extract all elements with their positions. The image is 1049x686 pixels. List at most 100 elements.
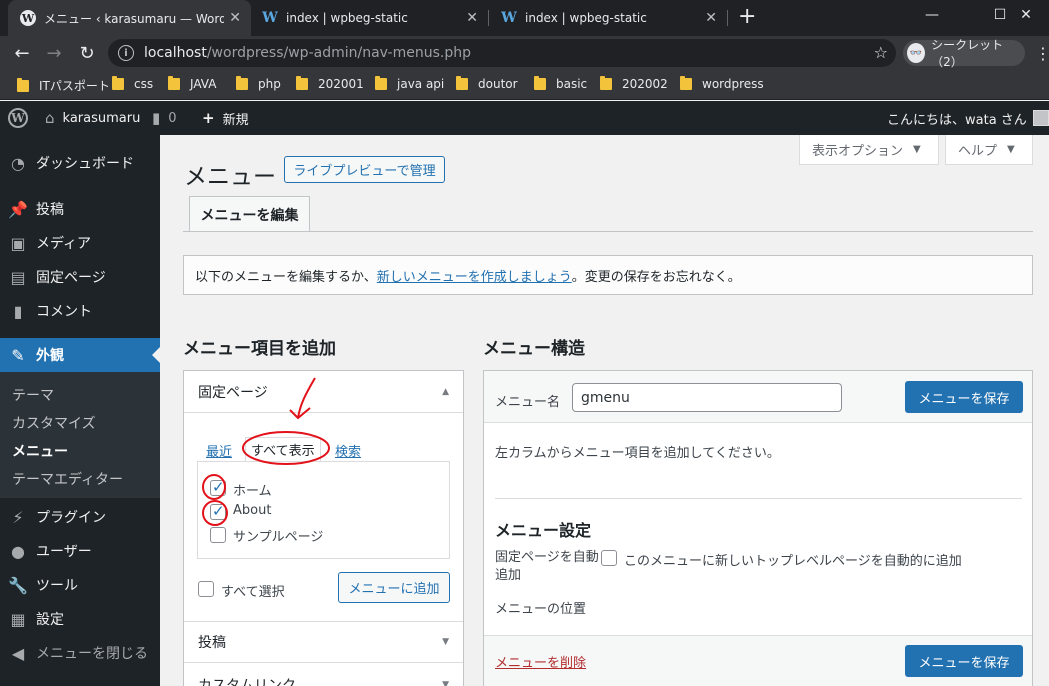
auto-add-pages-checkbox[interactable] xyxy=(601,550,617,566)
submenu-item-menus[interactable]: メニュー xyxy=(12,441,68,461)
wordpress-logo-icon: W xyxy=(8,108,28,128)
menu-structure-heading: メニュー構造 xyxy=(483,339,585,359)
custom-links-title: カスタムリンク xyxy=(198,677,296,686)
collapse-menu-button[interactable]: ◀ メニューを閉じる xyxy=(0,636,160,670)
incognito-indicator[interactable]: 👓 シークレット（2） xyxy=(903,38,1025,69)
caret-down-icon: ▼ xyxy=(1007,144,1015,155)
sidebar-item-media[interactable]: ▣ メディア xyxy=(0,226,160,260)
sidebar-item-dashboard[interactable]: ◔ ダッシュボード xyxy=(0,146,160,180)
bookmark-folder[interactable]: php xyxy=(236,76,281,91)
select-all-checkbox[interactable] xyxy=(198,581,214,597)
bookmark-folder[interactable]: 202002 xyxy=(600,76,668,91)
close-tab-icon[interactable]: ✕ xyxy=(466,10,478,26)
new-content-link[interactable]: + 新規 xyxy=(202,101,249,135)
sidebar-item-settings[interactable]: ▦ 設定 xyxy=(0,602,160,636)
live-preview-button[interactable]: ライブプレビューで管理 xyxy=(284,156,445,183)
new-tab-icon[interactable]: + xyxy=(738,4,756,29)
bookmark-label: css xyxy=(134,77,154,91)
site-name-link[interactable]: ⌂ karasumaru xyxy=(45,101,140,135)
media-icon: ▣ xyxy=(10,233,26,253)
submenu-item-theme-editor[interactable]: テーマエディター xyxy=(12,469,123,489)
page-checkbox-home[interactable] xyxy=(210,478,226,496)
expand-triangle-icon: ▼ xyxy=(442,637,449,647)
forward-arrow-icon[interactable]: → xyxy=(42,41,66,65)
browser-tab-1[interactable]: W メニュー ‹ karasumaru — WordPres ✕ xyxy=(8,0,251,36)
bookmark-folder[interactable]: ITパスポート xyxy=(17,77,110,94)
sidebar-item-appearance[interactable]: ✎ 外観 xyxy=(0,338,160,372)
bookmark-star-icon[interactable]: ☆ xyxy=(874,43,888,62)
user-icon: ● xyxy=(11,541,25,561)
bookmark-folder[interactable]: JAVA xyxy=(168,76,216,91)
submenu-item-themes[interactable]: テーマ xyxy=(12,385,54,405)
menu-name-input[interactable]: gmenu xyxy=(572,383,842,412)
tab-title: index | wpbeg-static xyxy=(525,11,647,25)
posts-accordion-header[interactable]: 投稿 ▼ xyxy=(184,621,463,663)
menu-name-label: メニュー名 xyxy=(495,395,561,410)
sidebar-item-label: 外観 xyxy=(36,348,64,364)
folder-icon xyxy=(296,76,308,90)
bookmark-label: doutor xyxy=(478,77,518,91)
tab-search[interactable]: 検索 xyxy=(335,441,361,460)
bookmark-folder[interactable]: css xyxy=(112,76,154,91)
plugin-icon: ⚡ xyxy=(12,507,24,527)
sidebar-item-users[interactable]: ● ユーザー xyxy=(0,534,160,568)
reload-icon[interactable]: ↻ xyxy=(75,41,99,65)
page-checkbox-sample[interactable] xyxy=(210,527,226,543)
bookmark-folder[interactable]: java api xyxy=(375,76,444,91)
page-checkbox-about[interactable] xyxy=(210,502,226,520)
tab-edit-menus[interactable]: メニューを編集 xyxy=(189,196,310,232)
page-label-home: ホーム xyxy=(233,484,272,499)
site-info-icon[interactable]: i xyxy=(118,45,134,61)
save-menu-button-top[interactable]: メニューを保存 xyxy=(905,381,1023,413)
tab-view-all[interactable]: すべて表示 xyxy=(245,437,321,462)
appearance-submenu: テーマ カスタマイズ メニュー テーマエディター xyxy=(0,372,160,498)
browser-tab-3[interactable]: W index | wpbeg-static ✕ xyxy=(489,0,727,36)
instructions-text: 左カラムからメニュー項目を追加してください。 xyxy=(495,446,780,461)
my-account-link[interactable]: こんにちは、wata さん xyxy=(887,101,1049,135)
sidebar-item-label: メニューを閉じる xyxy=(36,646,148,662)
wp-logo-button[interactable]: W xyxy=(8,101,28,135)
close-tab-icon[interactable]: ✕ xyxy=(229,10,241,26)
sidebar-item-comments[interactable]: ▮ コメント xyxy=(0,294,160,328)
menu-management-panel: メニュー名 gmenu メニューを保存 左カラムからメニュー項目を追加してくださ… xyxy=(483,370,1033,686)
create-new-menu-link[interactable]: 新しいメニューを作成しましょう xyxy=(377,266,572,285)
window-close-icon[interactable]: ✕ xyxy=(1003,0,1049,30)
more-menu-icon[interactable]: ⋮ xyxy=(1035,44,1049,63)
sidebar-item-tools[interactable]: 🔧 ツール xyxy=(0,568,160,602)
pages-accordion-title: 固定ページ xyxy=(198,384,268,401)
page-label-about: About xyxy=(233,503,272,518)
screen-options-button[interactable]: 表示オプション ▼ xyxy=(799,135,939,165)
add-to-menu-button[interactable]: メニューに追加 xyxy=(338,572,450,603)
bookmark-folder[interactable]: wordpress xyxy=(680,76,764,91)
sidebar-item-label: 固定ページ xyxy=(36,270,106,286)
bookmark-folder[interactable]: doutor xyxy=(456,76,518,91)
bookmark-folder[interactable]: basic xyxy=(534,76,587,91)
posts-accordion-title: 投稿 xyxy=(198,635,226,651)
bookmark-folder[interactable]: 202001 xyxy=(296,76,364,91)
close-tab-icon[interactable]: ✕ xyxy=(705,10,717,26)
comments-link[interactable]: ▮ 0 xyxy=(152,101,177,135)
save-menu-button-bottom[interactable]: メニューを保存 xyxy=(905,645,1023,677)
help-button[interactable]: ヘルプ ▼ xyxy=(945,135,1033,165)
address-bar[interactable]: i localhost/wordpress/wp-admin/nav-menus… xyxy=(108,39,896,67)
folder-icon xyxy=(17,77,29,92)
wordpress-w-favicon-icon: W xyxy=(262,10,278,26)
avatar xyxy=(1032,110,1049,126)
delete-menu-link[interactable]: メニューを削除 xyxy=(495,652,586,671)
folder-icon xyxy=(112,76,124,90)
pages-accordion-header[interactable]: 固定ページ ▲ xyxy=(184,371,463,413)
tab-divider-line xyxy=(183,231,1033,232)
greeting: こんにちは、wata さん xyxy=(887,112,1027,128)
sidebar-item-pages[interactable]: ▤ 固定ページ xyxy=(0,260,160,294)
folder-icon xyxy=(456,76,468,90)
back-arrow-icon[interactable]: ← xyxy=(10,41,34,65)
browser-tab-2[interactable]: W index | wpbeg-static ✕ xyxy=(250,0,488,36)
custom-links-accordion-header[interactable]: カスタムリンク ▼ xyxy=(184,664,463,686)
submenu-item-customize[interactable]: カスタマイズ xyxy=(12,413,96,433)
comment-bubble-icon: ▮ xyxy=(152,109,161,127)
minimize-icon[interactable]: — xyxy=(909,0,955,30)
tab-most-recent[interactable]: 最近 xyxy=(206,441,232,460)
sidebar-item-plugins[interactable]: ⚡ プラグイン xyxy=(0,500,160,534)
sidebar-item-posts[interactable]: 📌 投稿 xyxy=(0,192,160,226)
sidebar-item-label: ダッシュボード xyxy=(36,156,134,172)
